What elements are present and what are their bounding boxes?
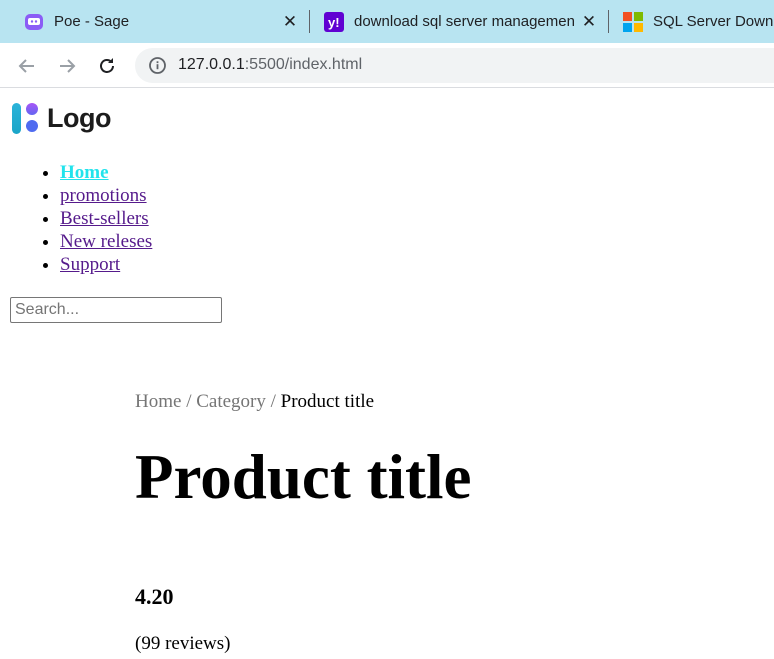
url-host: 127.0.0.1: [178, 56, 245, 73]
site-logo[interactable]: Logo: [11, 101, 111, 135]
forward-icon[interactable]: [53, 52, 81, 80]
browser-tabstrip: Poe - Sage ✕ y! download sql server mana…: [0, 0, 774, 43]
breadcrumb-category[interactable]: Category: [196, 391, 266, 412]
url-text: 127.0.0.1:5500/index.html: [178, 56, 362, 74]
nav-item-promotions: promotions: [60, 184, 152, 207]
search-input[interactable]: [10, 297, 222, 323]
nav-item-best-sellers: Best-sellers: [60, 207, 152, 230]
nav-link-promotions[interactable]: promotions: [60, 185, 147, 206]
close-icon[interactable]: ✕: [579, 11, 599, 31]
nav-link-new-releases[interactable]: New releses: [60, 231, 152, 252]
nav-link-best-sellers[interactable]: Best-sellers: [60, 208, 149, 229]
url-path: :5500/index.html: [244, 56, 363, 73]
reload-icon[interactable]: [93, 52, 121, 80]
nav-item-home: Home: [60, 161, 152, 184]
review-count[interactable]: (99 reviews): [135, 633, 231, 655]
back-icon[interactable]: [13, 52, 41, 80]
tab-title: SQL Server Downlo: [653, 13, 774, 30]
poe-icon: [24, 12, 44, 32]
breadcrumb-separator: /: [270, 391, 276, 412]
address-bar[interactable]: 127.0.0.1:5500/index.html: [135, 48, 774, 83]
nav-link-support[interactable]: Support: [60, 254, 120, 275]
product-title: Product title: [135, 442, 472, 512]
tab-title: download sql server management: [354, 13, 574, 30]
tab-poe[interactable]: Poe - Sage: [24, 0, 274, 43]
nav-item-new-releases: New releses: [60, 230, 152, 253]
tab-separator: [309, 10, 310, 33]
logo-text: Logo: [47, 102, 111, 133]
breadcrumb-home[interactable]: Home: [135, 391, 181, 412]
breadcrumb-separator: /: [186, 391, 192, 412]
nav-item-support: Support: [60, 253, 152, 276]
yahoo-icon: y!: [324, 11, 344, 32]
close-icon[interactable]: ✕: [280, 11, 300, 31]
main-nav: Home promotions Best-sellers New releses…: [20, 161, 152, 276]
tab-title: Poe - Sage: [54, 13, 130, 30]
logo-icon: [12, 103, 38, 134]
product-rating: 4.20: [135, 584, 174, 609]
svg-text:y!: y!: [328, 15, 340, 30]
tab-separator: [608, 10, 609, 33]
microsoft-icon: [623, 11, 643, 32]
info-icon[interactable]: [148, 56, 167, 75]
breadcrumb: Home / Category / Product title: [135, 391, 374, 413]
breadcrumb-current: Product title: [280, 391, 375, 412]
browser-toolbar: 127.0.0.1:5500/index.html: [0, 43, 774, 88]
nav-link-home[interactable]: Home: [60, 162, 109, 183]
tab-yahoo[interactable]: y! download sql server management: [324, 0, 574, 43]
tab-microsoft[interactable]: SQL Server Downlo: [623, 0, 774, 43]
